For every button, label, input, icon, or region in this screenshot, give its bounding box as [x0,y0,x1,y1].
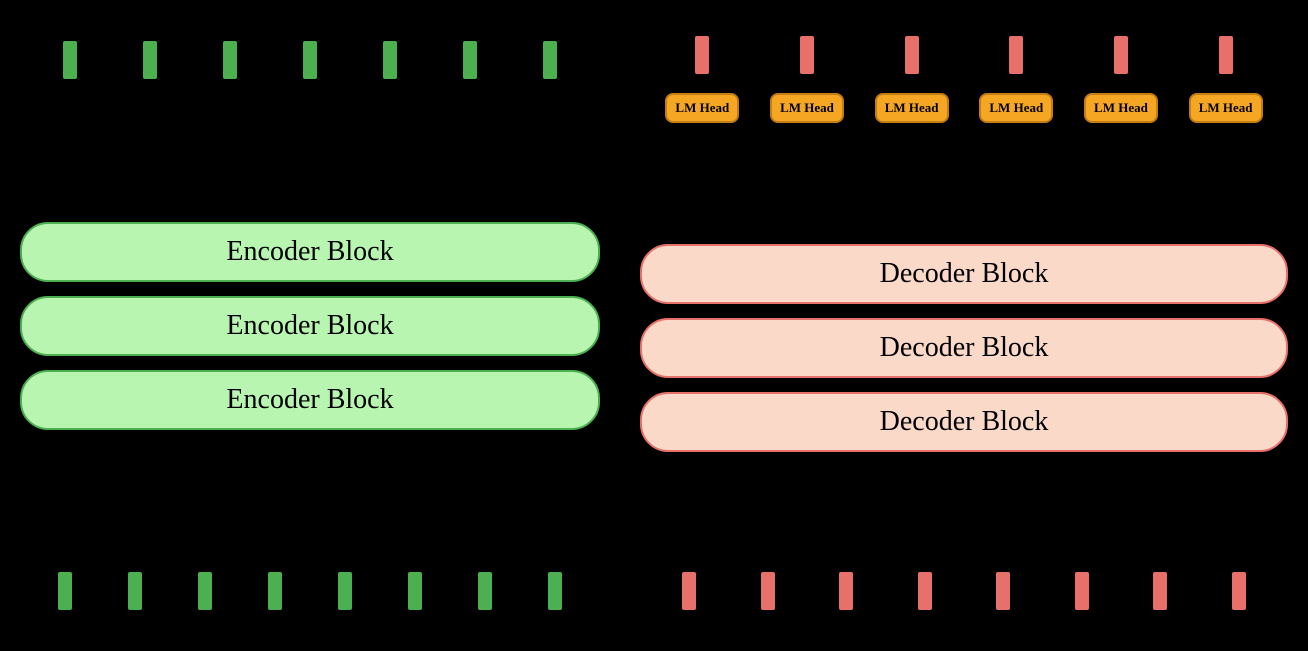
encoder-top-token-3 [223,41,237,79]
decoder-block-3: Decoder Block [640,392,1288,452]
decoder-bottom-token-7 [1153,572,1167,610]
decoder-top-token-4 [1009,36,1023,74]
decoder-top-tokens [640,30,1288,80]
decoder-top-token-2 [800,36,814,74]
encoder-bottom-token-1 [58,572,72,610]
decoder-blocks: Decoder Block Decoder Block Decoder Bloc… [640,135,1288,561]
decoder-top-token-3 [905,36,919,74]
decoder-block-1: Decoder Block [640,244,1288,304]
decoder-bottom-token-1 [682,572,696,610]
encoder-block-2: Encoder Block [20,296,600,356]
lm-head-6: LM Head [1189,93,1263,123]
encoder-top-token-2 [143,41,157,79]
lm-head-1: LM Head [665,93,739,123]
encoder-blocks: Encoder Block Encoder Block Encoder Bloc… [20,90,600,561]
decoder-bottom-token-2 [761,572,775,610]
lm-head-3: LM Head [875,93,949,123]
lm-head-4: LM Head [979,93,1053,123]
encoder-bottom-token-5 [338,572,352,610]
lm-head-5: LM Head [1084,93,1158,123]
encoder-top-token-6 [463,41,477,79]
encoder-top-token-4 [303,41,317,79]
decoder-bottom-token-8 [1232,572,1246,610]
encoder-bottom-token-6 [408,572,422,610]
decoder-bottom-token-5 [996,572,1010,610]
encoder-block-1: Encoder Block [20,222,600,282]
decoder-bottom-token-3 [839,572,853,610]
encoder-top-tokens [20,30,600,90]
decoder-top-token-5 [1114,36,1128,74]
decoder-side: LM Head LM Head LM Head LM Head LM Head … [620,0,1308,651]
diagram-container: Encoder Block Encoder Block Encoder Bloc… [0,0,1308,651]
decoder-bottom-token-4 [918,572,932,610]
decoder-bottom-tokens [640,561,1288,621]
lm-head-2: LM Head [770,93,844,123]
encoder-bottom-token-2 [128,572,142,610]
decoder-top-token-6 [1219,36,1233,74]
decoder-top-token-1 [695,36,709,74]
encoder-top-token-7 [543,41,557,79]
encoder-bottom-tokens [20,561,600,621]
encoder-block-3: Encoder Block [20,370,600,430]
encoder-bottom-token-8 [548,572,562,610]
encoder-top-token-5 [383,41,397,79]
lm-head-row: LM Head LM Head LM Head LM Head LM Head … [640,80,1288,135]
encoder-top-token-1 [63,41,77,79]
encoder-bottom-token-3 [198,572,212,610]
decoder-bottom-token-6 [1075,572,1089,610]
encoder-side: Encoder Block Encoder Block Encoder Bloc… [0,0,620,651]
encoder-bottom-token-4 [268,572,282,610]
encoder-bottom-token-7 [478,572,492,610]
decoder-block-2: Decoder Block [640,318,1288,378]
